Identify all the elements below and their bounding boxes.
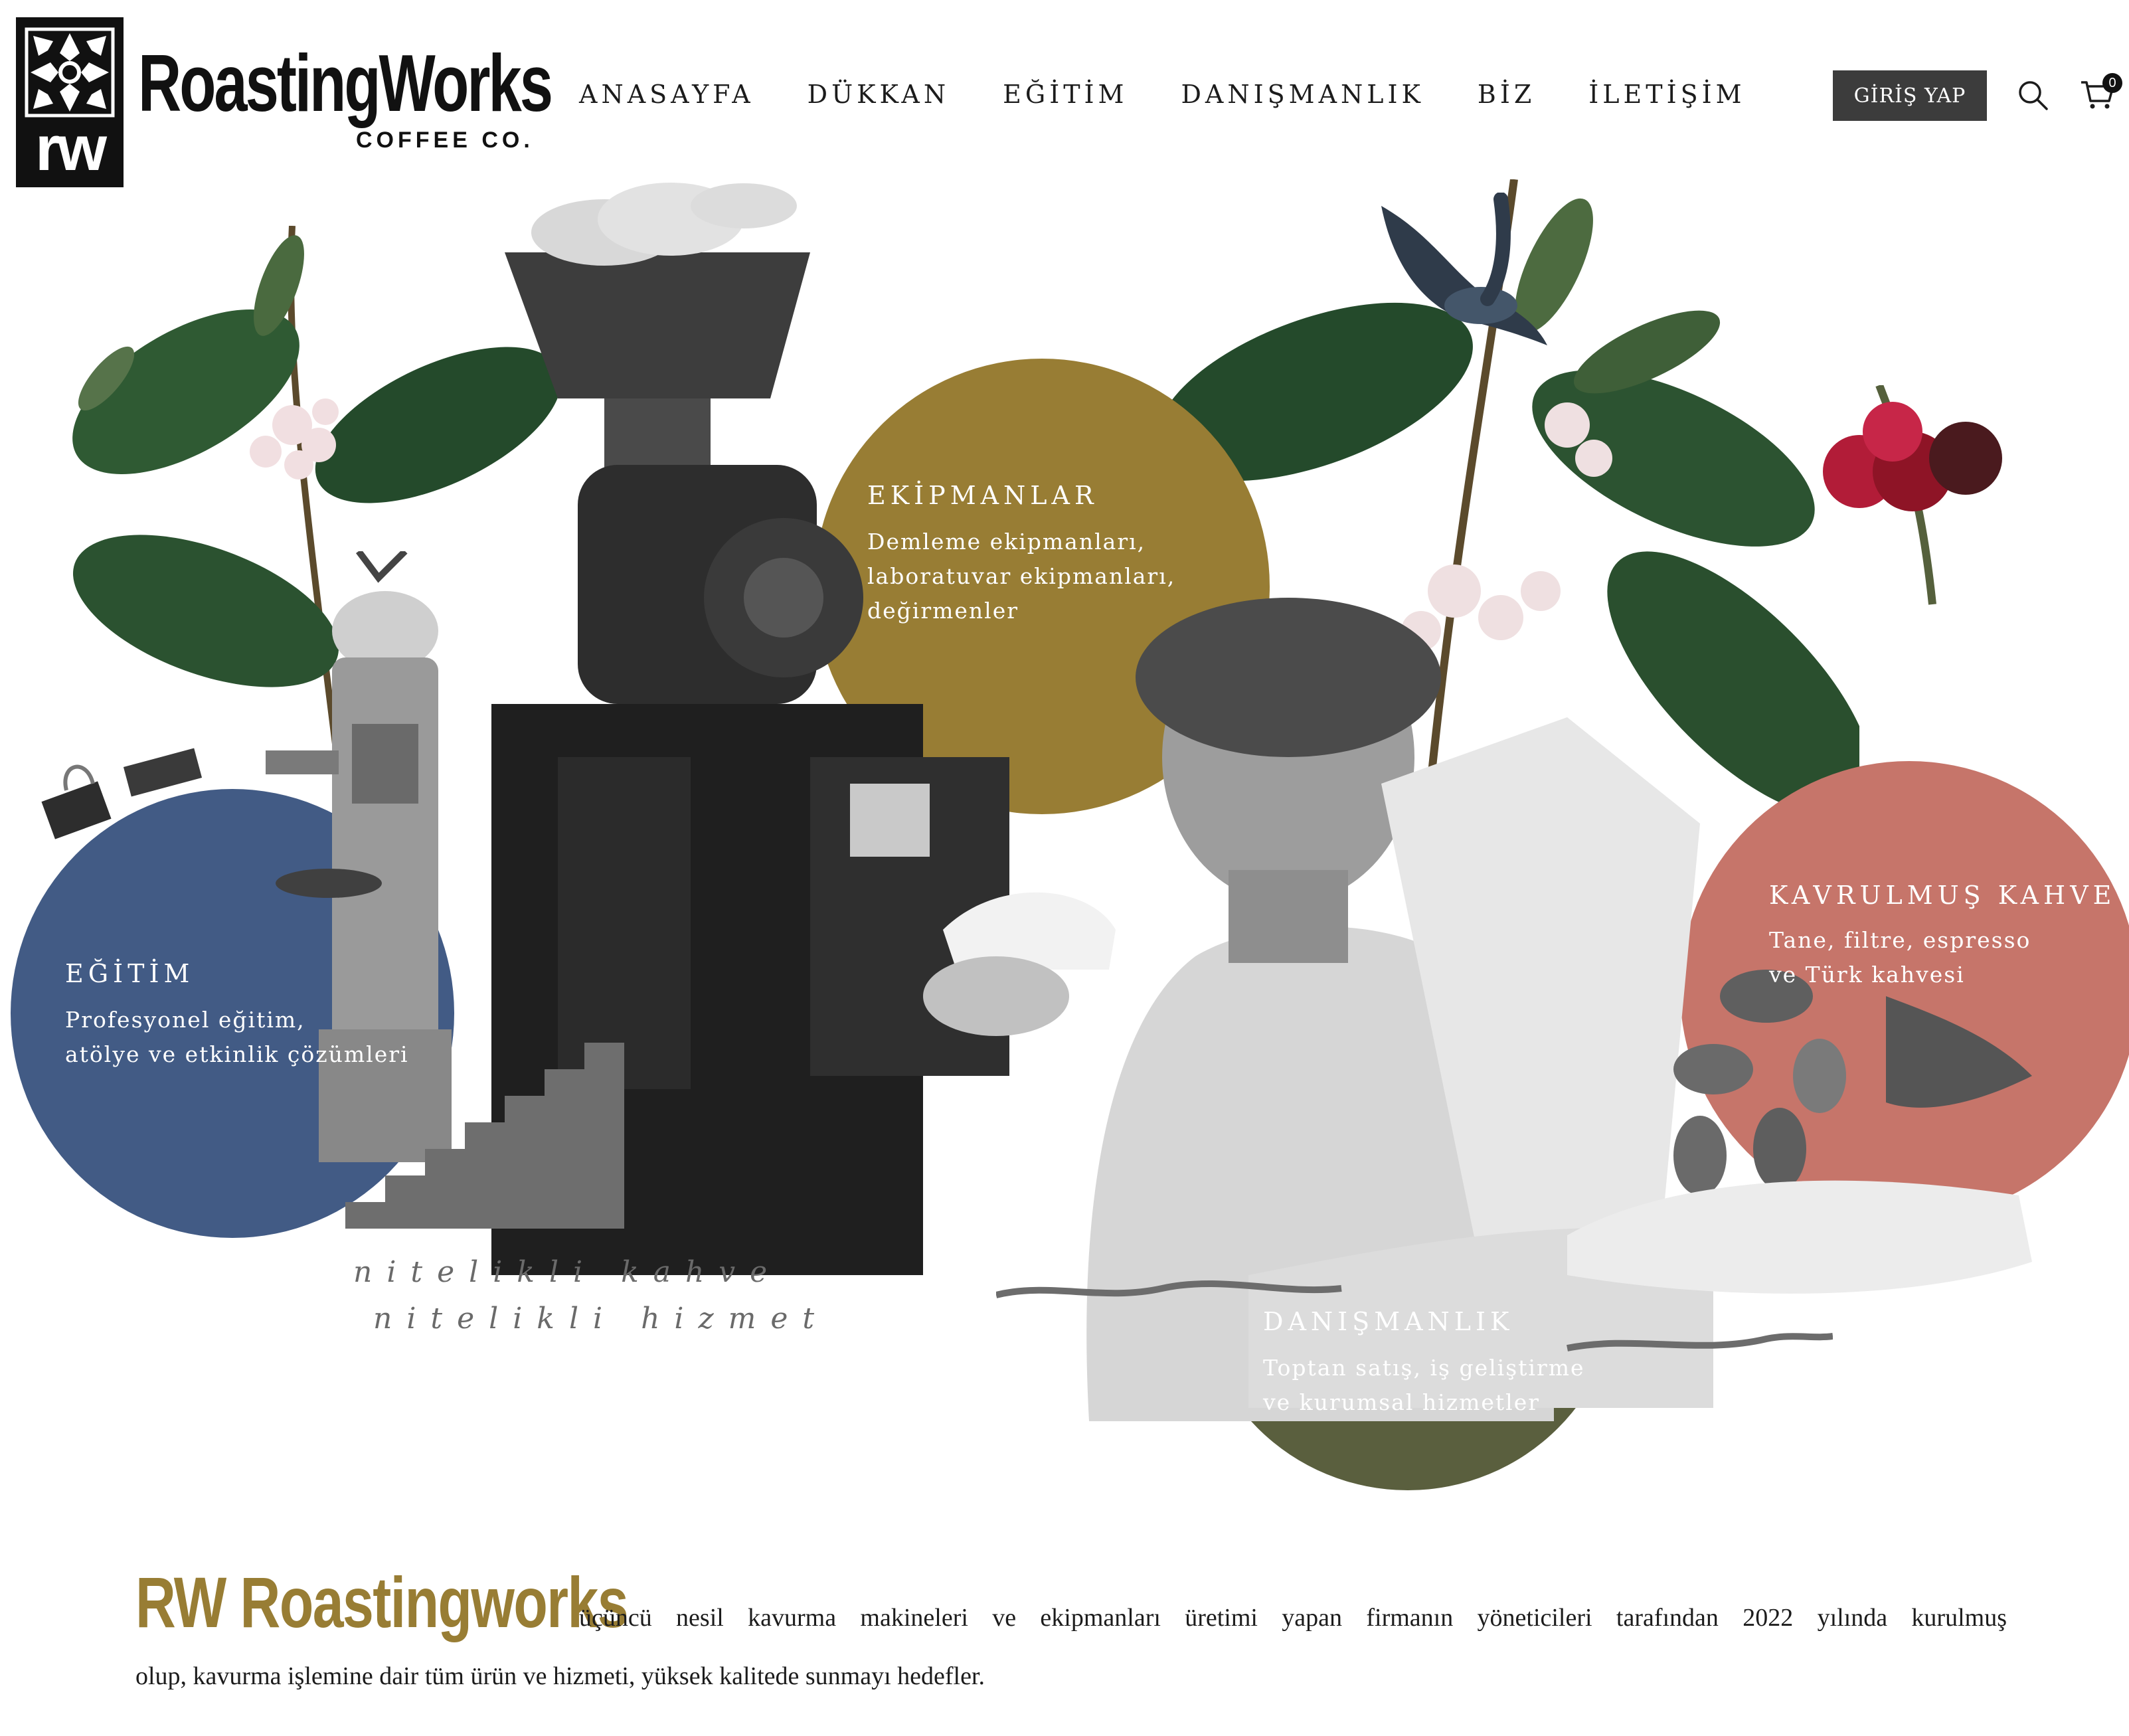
login-button[interactable]: GİRİŞ YAP (1833, 70, 1987, 121)
main-nav: ANASAYFA DÜKKAN EĞİTİM DANIŞMANLIK BİZ İ… (579, 80, 1746, 109)
danismanlik-line-1: Toptan satış, iş geliştirme (1263, 1355, 1585, 1381)
stairs-illustration (345, 1043, 624, 1229)
hand-with-coffee-beans-illustration (1567, 970, 2032, 1294)
about-text-line-1: üçüncü nesil kavurma makineleri ve ekipm… (579, 1604, 2007, 1632)
tagline-line-2: nitelikli hizmet (373, 1302, 829, 1336)
cloud-birds-illustration (531, 183, 797, 266)
search-icon[interactable] (2016, 78, 2049, 112)
about-section: RW Roastingworks üçüncü nesil kavurma ma… (135, 1561, 2008, 1690)
nav-item-dukkan[interactable]: DÜKKAN (808, 80, 950, 109)
kavrulmus-title: KAVRULMUŞ KAHVE (1769, 881, 2116, 910)
binder-clips-illustration (41, 748, 203, 839)
nav-item-egitim[interactable]: EĞİTİM (1003, 80, 1128, 109)
ekipmanlar-title: EKİPMANLAR (867, 481, 1098, 510)
cart-count-badge[interactable]: 0 (2102, 73, 2122, 93)
danismanlik-line-2: ve kurumsal hizmetler (1263, 1389, 1541, 1415)
ekipmanlar-line-1: Demleme ekipmanları, (867, 529, 1146, 555)
nav-item-iletisim[interactable]: İLETİŞİM (1588, 80, 1745, 109)
kavrulmus-line-1: Tane, filtre, espresso (1769, 927, 2031, 953)
egitim-title: EĞİTİM (65, 959, 195, 988)
brand-name[interactable]: RoastingWorks (138, 40, 553, 126)
tagline-line-1: nitelikli kahve (353, 1255, 782, 1289)
danismanlik-title: DANIŞMANLIK (1263, 1307, 1514, 1336)
swallow-bird-illustration (1381, 193, 1547, 345)
egitim-line-2: atölye ve etkinlik çözümleri (65, 1041, 409, 1067)
brand-subtitle: COFFEE CO. (356, 128, 534, 153)
coffee-cherries-illustration (1823, 385, 2002, 605)
egitim-line-1: Profesyonel eğitim, (65, 1007, 305, 1033)
kavrulmus-line-2: ve Türk kahvesi (1769, 962, 1965, 988)
nav-item-biz[interactable]: BİZ (1478, 80, 1535, 109)
hero-collage: EĞİTİM Profesyonel eğitim, atölye ve etk… (0, 159, 2129, 1514)
logo-pattern-icon (25, 27, 115, 118)
about-text-line-2: olup, kavurma işlemine dair tüm ürün ve … (135, 1662, 985, 1690)
ekipmanlar-line-3: değirmenler (867, 598, 1019, 624)
nav-item-anasayfa[interactable]: ANASAYFA (579, 80, 754, 109)
ekipmanlar-line-2: laboratuvar ekipmanları, (867, 563, 1176, 589)
nav-item-danismanlik[interactable]: DANIŞMANLIK (1181, 80, 1424, 109)
about-brand: RW Roastingworks (135, 1562, 629, 1642)
